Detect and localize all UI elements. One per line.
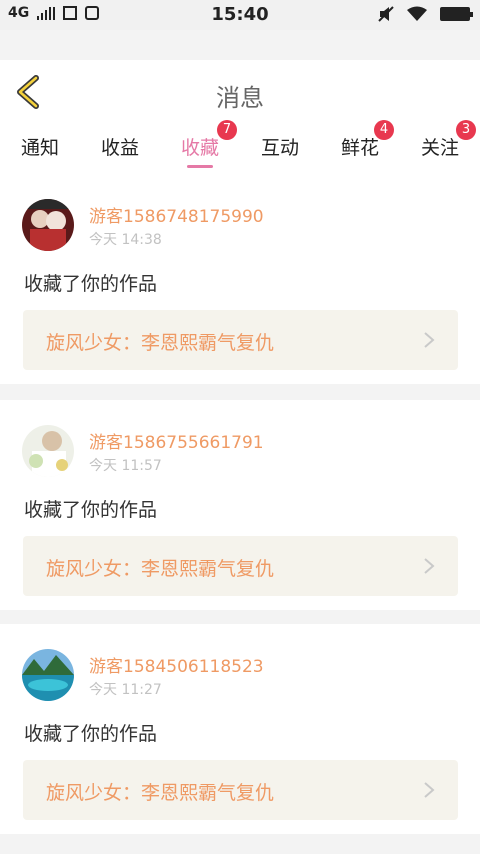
work-title: 旋风少女：李恩熙霸气复仇 (46, 558, 275, 580)
status-bar: 4G 15:40 (0, 0, 480, 30)
list-item: 游客1584506118523 今天 11:27 收藏了你的作品 旋风少女：李恩… (0, 624, 480, 834)
chevron-right-icon (424, 558, 435, 574)
tab-favorites[interactable]: 收藏 7 (160, 120, 240, 174)
list-item: 游客1586748175990 今天 14:38 收藏了你的作品 旋风少女：李恩… (0, 174, 480, 384)
username[interactable]: 游客1586748175990 (89, 202, 264, 227)
message-text: 收藏了你的作品 (24, 723, 158, 745)
page-title: 消息 (216, 84, 264, 112)
work-title: 旋风少女：李恩熙霸气复仇 (46, 782, 275, 804)
work-link[interactable]: 旋风少女：李恩熙霸气复仇 (23, 536, 458, 596)
tab-active-indicator (187, 165, 213, 168)
tab-bar: 通知 收益 收藏 7 互动 鲜花 4 关注 3 (0, 120, 480, 174)
avatar[interactable] (22, 425, 74, 477)
chevron-right-icon (424, 332, 435, 348)
timestamp: 今天 11:57 (89, 458, 162, 474)
tab-label: 鲜花 (340, 137, 379, 159)
tab-label: 收益 (100, 137, 139, 159)
message-text: 收藏了你的作品 (24, 273, 158, 295)
tab-earnings[interactable]: 收益 (80, 124, 160, 174)
tab-badge: 3 (456, 120, 476, 140)
list-item: 游客1586755661791 今天 11:57 收藏了你的作品 旋风少女：李恩… (0, 400, 480, 610)
username[interactable]: 游客1586755661791 (89, 428, 264, 453)
avatar[interactable] (22, 649, 74, 701)
tab-follows[interactable]: 关注 3 (400, 120, 480, 174)
tab-label: 通知 (20, 137, 59, 159)
avatar[interactable] (22, 199, 74, 251)
wifi-icon (407, 6, 427, 21)
tab-label: 互动 (260, 137, 299, 159)
message-text: 收藏了你的作品 (24, 499, 158, 521)
work-link[interactable]: 旋风少女：李恩熙霸气复仇 (23, 760, 458, 820)
mute-icon (378, 6, 394, 22)
header-bar: 消息 (0, 60, 480, 125)
timestamp: 今天 14:38 (89, 232, 162, 248)
tab-interactions[interactable]: 互动 (240, 124, 320, 174)
tab-label: 关注 (420, 137, 459, 159)
timestamp: 今天 11:27 (89, 682, 162, 698)
username[interactable]: 游客1584506118523 (89, 652, 264, 677)
tab-badge: 7 (217, 120, 237, 140)
battery-icon (440, 7, 473, 21)
tab-flowers[interactable]: 鲜花 4 (320, 120, 400, 174)
work-link[interactable]: 旋风少女：李恩熙霸气复仇 (23, 310, 458, 370)
chevron-right-icon (424, 782, 435, 798)
work-title: 旋风少女：李恩熙霸气复仇 (46, 332, 275, 354)
tab-label: 收藏 (180, 137, 219, 159)
tab-notifications[interactable]: 通知 (0, 124, 80, 174)
status-right (378, 6, 473, 22)
tab-badge: 4 (374, 120, 394, 140)
